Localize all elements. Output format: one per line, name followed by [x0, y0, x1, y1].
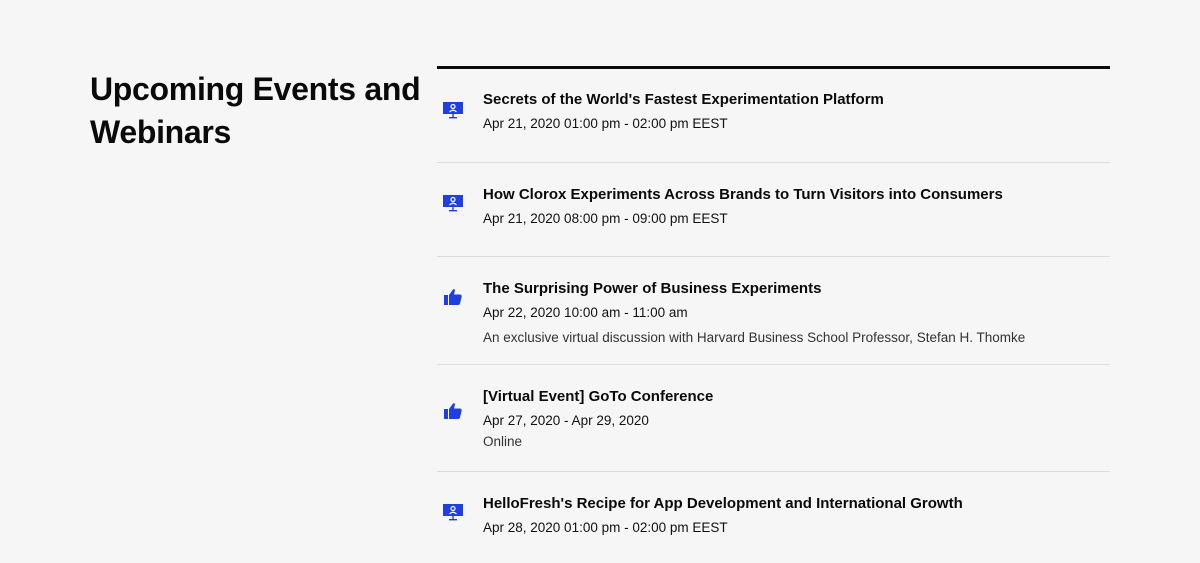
- event-item[interactable]: [Virtual Event] GoTo Conference Apr 27, …: [437, 365, 1110, 472]
- event-description: An exclusive virtual discussion with Har…: [483, 330, 1026, 345]
- event-title-link[interactable]: Secrets of the World's Fastest Experimen…: [483, 91, 1110, 109]
- event-title-link[interactable]: [Virtual Event] GoTo Conference: [483, 388, 1110, 406]
- event-body: How Clorox Experiments Across Brands to …: [483, 186, 1110, 228]
- webinar-icon: [442, 501, 464, 523]
- event-item[interactable]: HelloFresh's Recipe for App Development …: [437, 472, 1110, 563]
- events-list: Secrets of the World's Fastest Experimen…: [437, 66, 1110, 563]
- event-date: Apr 27, 2020 - Apr 29, 2020: [483, 413, 649, 428]
- thumbs-up-icon: [442, 286, 464, 308]
- event-body: Secrets of the World's Fastest Experimen…: [483, 91, 1110, 133]
- event-title-link[interactable]: HelloFresh's Recipe for App Development …: [483, 495, 1110, 513]
- event-date: Apr 22, 2020 10:00 am - 11:00 am: [483, 305, 688, 320]
- event-date: Apr 21, 2020 01:00 pm - 02:00 pm EEST: [483, 116, 728, 131]
- event-date: Apr 21, 2020 08:00 pm - 09:00 pm EEST: [483, 211, 728, 226]
- event-body: HelloFresh's Recipe for App Development …: [483, 495, 1110, 537]
- event-date: Apr 28, 2020 01:00 pm - 02:00 pm EEST: [483, 520, 728, 535]
- section-title: Upcoming Events and Webinars: [90, 71, 421, 150]
- thumbs-up-icon: [442, 400, 464, 422]
- event-body: The Surprising Power of Business Experim…: [483, 280, 1110, 347]
- event-item[interactable]: How Clorox Experiments Across Brands to …: [437, 163, 1110, 257]
- webinar-icon: [442, 99, 464, 121]
- event-item[interactable]: Secrets of the World's Fastest Experimen…: [437, 69, 1110, 163]
- event-item[interactable]: The Surprising Power of Business Experim…: [437, 257, 1110, 365]
- event-title-link[interactable]: The Surprising Power of Business Experim…: [483, 280, 1110, 298]
- event-body: [Virtual Event] GoTo Conference Apr 27, …: [483, 388, 1110, 451]
- webinar-icon: [442, 192, 464, 214]
- event-description: Online: [483, 434, 523, 449]
- events-page: Upcoming Events and Webinars Secrets of …: [0, 0, 1200, 563]
- event-title-link[interactable]: How Clorox Experiments Across Brands to …: [483, 186, 1110, 204]
